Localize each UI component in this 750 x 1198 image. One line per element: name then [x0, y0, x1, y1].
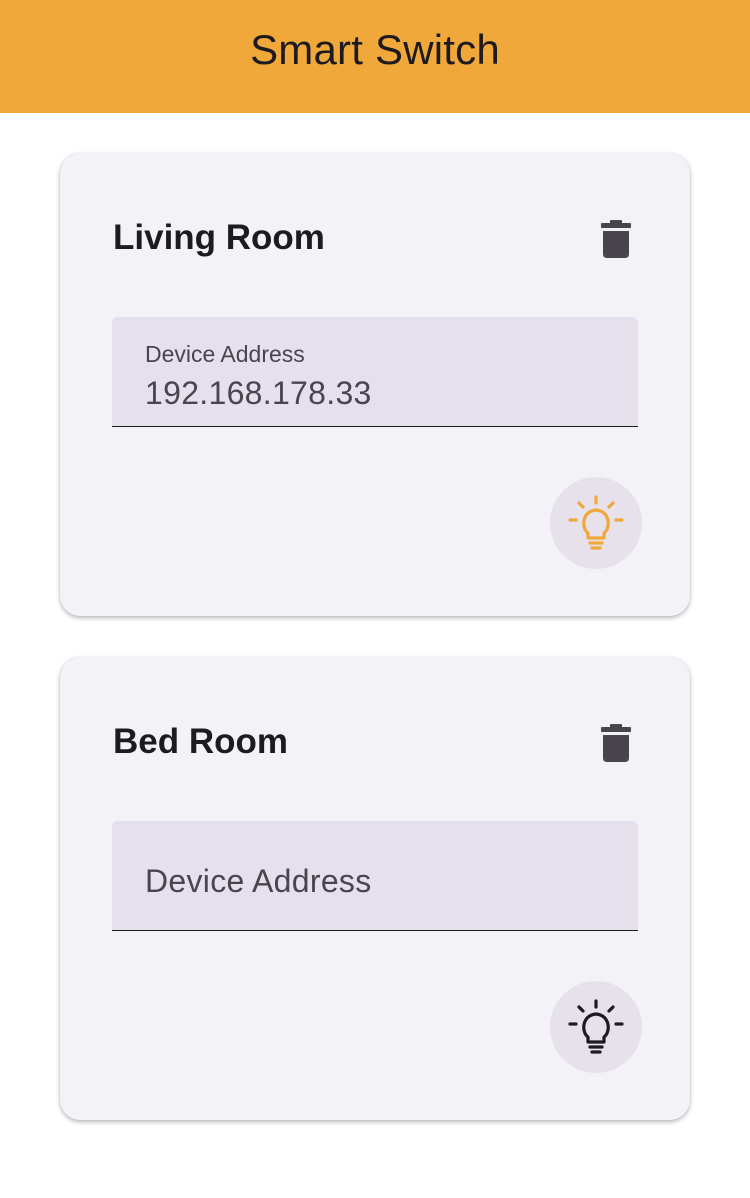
lightbulb-icon: [568, 999, 624, 1054]
app-title: Smart Switch: [250, 25, 500, 73]
light-toggle-button[interactable]: [550, 981, 642, 1073]
device-name: Bed Room: [113, 722, 288, 761]
delete-button[interactable]: [588, 715, 644, 771]
light-toggle-button[interactable]: [550, 477, 642, 569]
app-bar: Smart Switch: [0, 0, 750, 113]
device-name: Living Room: [113, 218, 325, 257]
trash-icon: [601, 724, 631, 762]
device-address-field[interactable]: Device Address 192.168.178.33: [112, 317, 638, 427]
device-address-placeholder: Device Address: [145, 863, 372, 899]
delete-button[interactable]: [588, 211, 644, 267]
device-address-field[interactable]: Device Address: [112, 821, 638, 931]
device-address-value: 192.168.178.33: [145, 375, 372, 411]
device-address-label: Device Address: [145, 341, 305, 367]
device-card-living-room: Living Room Device Address 192.168.178.3…: [60, 153, 690, 616]
device-card-bed-room: Bed Room Device Address: [60, 657, 690, 1120]
lightbulb-icon: [568, 495, 624, 550]
trash-icon: [601, 220, 631, 258]
